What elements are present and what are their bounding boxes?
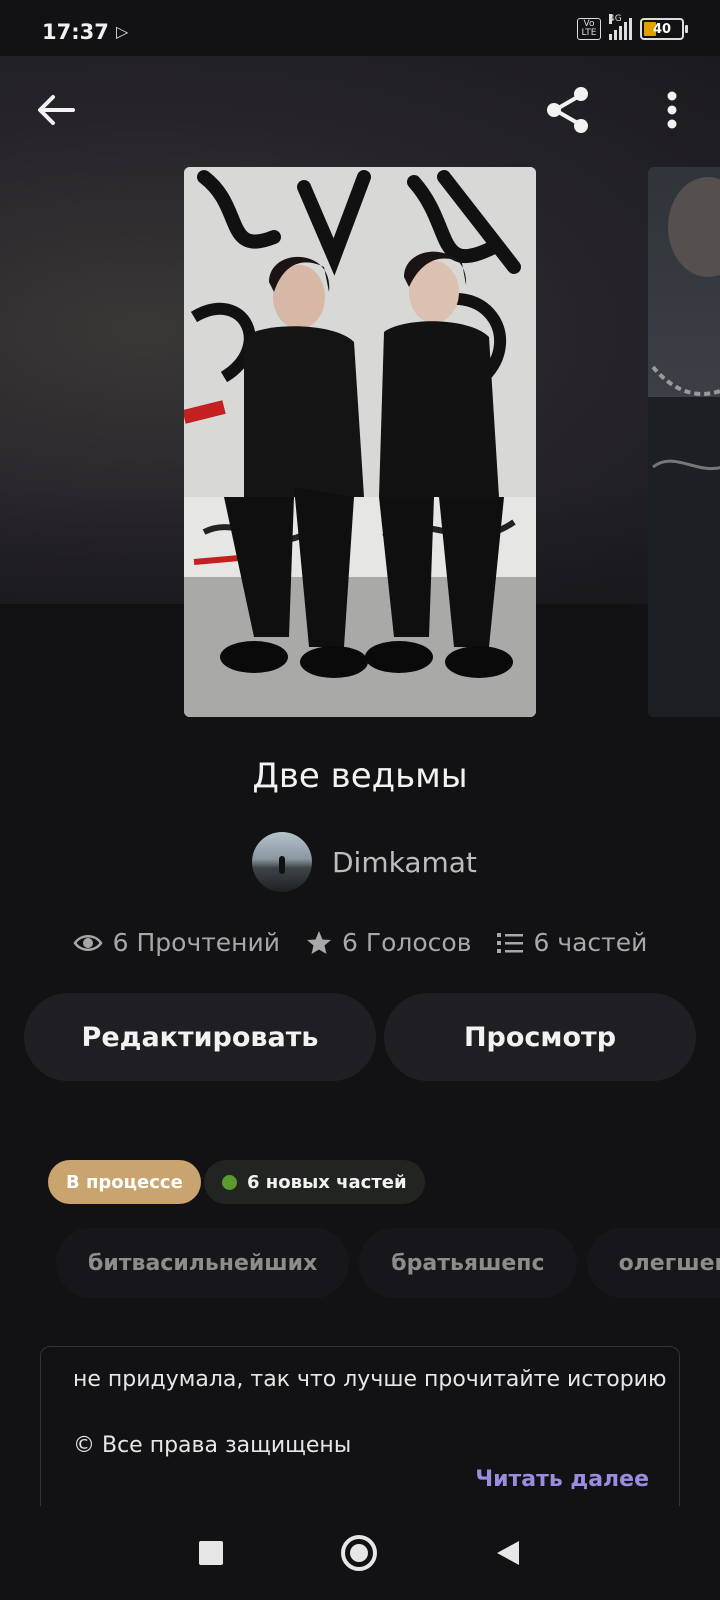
parts-count: 6 частей (533, 928, 648, 957)
battery-level: 40 (652, 21, 672, 37)
preview-button[interactable]: Просмотр (384, 993, 696, 1081)
back-button[interactable] (28, 82, 84, 138)
new-parts-badge: 6 новых частей (204, 1160, 425, 1204)
triangle-back-icon[interactable] (495, 1539, 521, 1567)
more-options-button[interactable] (644, 82, 700, 138)
next-story-cover-image[interactable] (648, 167, 720, 717)
story-title: Две ведьмы (252, 756, 468, 796)
green-dot-icon (222, 1174, 237, 1190)
parts-stat: 6 частей (497, 928, 647, 957)
network-type: 4G (609, 14, 622, 24)
share-button[interactable] (540, 82, 596, 138)
votes-count: 6 Голосов (342, 928, 472, 957)
more-vertical-icon (667, 91, 677, 129)
tag-chip[interactable]: битвасильнейших (56, 1228, 350, 1298)
system-nav-bar (0, 1506, 720, 1600)
signal-icon: 4G (609, 14, 632, 40)
story-cover-image[interactable] (184, 167, 536, 717)
reads-count: 6 Прочтений (112, 928, 281, 957)
next-cover-illustration (648, 177, 720, 717)
circle-home-icon[interactable] (341, 1535, 377, 1571)
list-icon (497, 932, 524, 953)
eye-icon (73, 934, 103, 951)
square-icon[interactable] (199, 1541, 223, 1565)
status-bar: 17:37 ▷ Vo LTE 4G 40 (0, 0, 720, 56)
tag-chip[interactable]: олегшеп (586, 1228, 720, 1298)
star-icon (307, 930, 332, 954)
play-store-icon: ▷ (116, 22, 129, 41)
volte-icon: Vo LTE (577, 18, 601, 40)
tags-list[interactable]: битвасильнейших братьяшепс олегшеп (56, 1228, 720, 1298)
status-badge: В процессе (48, 1160, 201, 1204)
battery-icon: 40 (640, 18, 688, 40)
author-name[interactable]: Dimkamat (332, 846, 477, 879)
share-icon (547, 87, 588, 133)
copyright-text: © Все права защищены (73, 1433, 352, 1458)
tag-chip[interactable]: братьяшепс (359, 1228, 577, 1298)
edit-button[interactable]: Редактировать (24, 993, 376, 1081)
cover-illustration (184, 167, 536, 717)
status-time: 17:37 (42, 20, 109, 44)
description-text: не придумала, так что лучше прочитайте и… (73, 1367, 667, 1392)
votes-stat: 6 Голосов (306, 928, 471, 957)
new-parts-label: 6 новых частей (247, 1171, 407, 1193)
story-stats: 6 Прочтений 6 Голосов 6 частей (0, 928, 720, 957)
reads-stat: 6 Прочтений (73, 928, 280, 957)
author-link[interactable]: Dimkamat (252, 832, 477, 892)
arrow-left-icon (38, 95, 75, 125)
read-more-link[interactable]: Читать далее (475, 1467, 649, 1492)
avatar[interactable] (252, 832, 312, 892)
story-description: не придумала, так что лучше прочитайте и… (40, 1346, 680, 1507)
